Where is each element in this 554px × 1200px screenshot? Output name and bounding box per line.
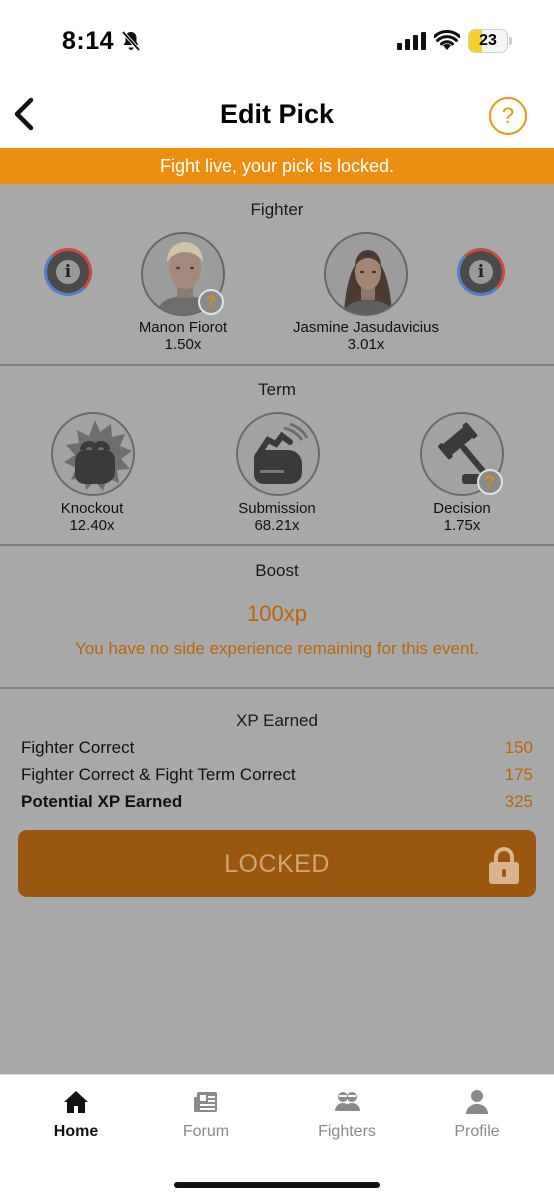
tab-fighters-label: Fighters <box>318 1123 376 1140</box>
fighter-1-question-badge[interactable]: ? <box>198 289 224 315</box>
boost-note: You have no side experience remaining fo… <box>75 639 479 658</box>
xp-row-value: 150 <box>504 738 533 757</box>
fighters-icon <box>335 1092 360 1111</box>
tab-profile[interactable]: Profile <box>422 1089 532 1149</box>
decision-question-badge[interactable]: ? <box>477 469 503 495</box>
fighter-2-name: Jasmine Jasudavicius <box>293 319 439 336</box>
fighter-2-portrait <box>326 234 406 314</box>
knockout-option[interactable] <box>51 412 135 496</box>
knockout-odds: 12.40x <box>69 517 115 534</box>
tab-fighters[interactable]: Fighters <box>292 1089 402 1149</box>
fighter-2-odds: 3.01x <box>347 336 385 353</box>
info-icon: i <box>56 260 80 284</box>
battery-icon: 23 <box>468 29 508 53</box>
fighter-1-info-button[interactable]: i <box>44 248 92 296</box>
newspaper-icon <box>194 1092 217 1112</box>
boost-section-title: Boost <box>255 561 299 580</box>
header: Edit Pick ? <box>0 84 554 148</box>
xp-row-label: Fighter Correct & Fight Term Correct <box>21 765 296 784</box>
knockout-label: Knockout <box>60 500 124 517</box>
boost-value: 100xp <box>247 601 307 626</box>
battery-nub <box>509 37 512 45</box>
fist-icon <box>64 420 132 491</box>
locked-banner: Fight live, your pick is locked. <box>0 148 554 184</box>
xp-row-label: Fighter Correct <box>21 738 135 757</box>
xp-total-value: 325 <box>504 792 533 811</box>
home-indicator <box>174 1182 380 1188</box>
tab-profile-label: Profile <box>454 1123 500 1140</box>
info-icon: i <box>469 260 493 284</box>
fighter-1-name: Manon Fiorot <box>138 319 228 336</box>
xp-row-value: 175 <box>504 765 533 784</box>
locked-button[interactable]: LOCKED <box>18 830 536 897</box>
divider <box>0 544 554 546</box>
tab-forum[interactable]: Forum <box>151 1089 261 1149</box>
xp-total-label: Potential XP Earned <box>21 792 183 811</box>
signal-icon <box>397 32 426 50</box>
submission-option[interactable] <box>236 412 320 496</box>
submission-odds: 68.21x <box>254 517 300 534</box>
fighter-1-odds: 1.50x <box>164 336 202 353</box>
bell-muted-icon <box>121 30 141 52</box>
decision-odds: 1.75x <box>443 517 481 534</box>
status-time: 8:14 <box>62 27 115 55</box>
tab-home-label: Home <box>53 1123 99 1140</box>
fighter-section-title: Fighter <box>250 200 304 219</box>
decision-label: Decision <box>433 500 491 517</box>
fighter-2-avatar[interactable] <box>324 232 408 316</box>
xp-section-title: XP Earned <box>236 711 318 730</box>
wifi-icon <box>434 30 460 50</box>
divider <box>0 687 554 689</box>
submission-label: Submission <box>238 500 316 517</box>
pick-overlay: Fighter i ? i Manon Fiorot 1.50x Jasmine… <box>0 184 554 1074</box>
status-bar: 8:14 23 <box>0 0 554 84</box>
person-icon <box>466 1090 488 1114</box>
home-icon <box>64 1091 88 1113</box>
fighter-2-info-button[interactable]: i <box>457 248 505 296</box>
locked-button-label: LOCKED <box>224 850 330 878</box>
tab-home[interactable]: Home <box>21 1089 131 1149</box>
page-title: Edit Pick <box>219 99 335 129</box>
help-button[interactable]: ? <box>489 97 527 135</box>
glove-grab-icon <box>254 422 309 484</box>
battery-level: 23 <box>479 32 497 49</box>
term-section-title: Term <box>258 380 296 399</box>
divider <box>0 364 554 366</box>
lock-icon <box>489 847 519 884</box>
tab-forum-label: Forum <box>182 1123 230 1140</box>
